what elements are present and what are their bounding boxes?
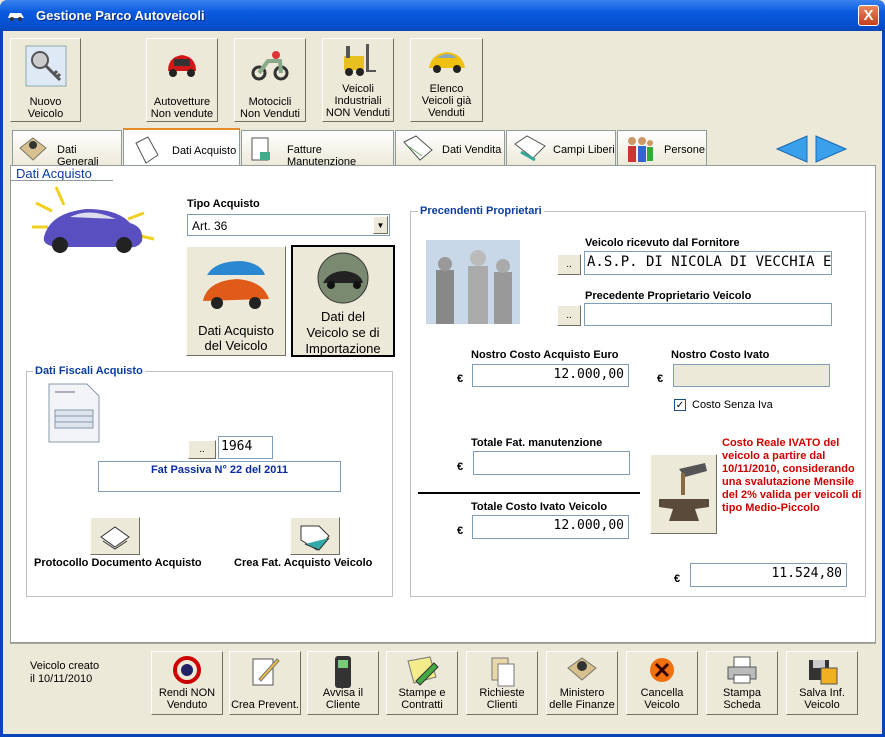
dati-acquisto-veicolo-button[interactable]: Dati Acquisto del Veicolo xyxy=(186,246,286,356)
forklift-icon xyxy=(344,44,376,76)
ricevuto-field[interactable]: A.S.P. DI NICOLA DI VECCHIA E xyxy=(584,251,832,275)
handshake-photo xyxy=(426,240,520,324)
panel-title-underline xyxy=(10,180,113,181)
folder-tab-icon xyxy=(514,135,546,162)
key-icon xyxy=(25,45,66,87)
tab-persone[interactable]: Persone xyxy=(617,130,707,166)
veicolo-creato-info: Veicolo creato il 10/11/2010 xyxy=(30,660,100,685)
precedente-label: Precedente Proprietario Veicolo xyxy=(585,290,752,302)
veicoli-industriali-button[interactable]: Veicoli Industriali NON Venduti xyxy=(322,38,394,122)
person-folder-icon xyxy=(19,137,47,161)
elenco-veicoli-venduti-button[interactable]: Elenco Veicoli già Venduti xyxy=(410,38,483,122)
tipo-acquisto-select[interactable]: Art. 36 xyxy=(187,214,390,236)
sum-separator xyxy=(418,492,640,494)
crea-preventivo-button[interactable]: Crea Prevent. xyxy=(229,651,301,715)
red-car-icon xyxy=(168,55,196,77)
fattura-lookup-button[interactable]: .. xyxy=(188,440,216,459)
car-globe-icon xyxy=(317,252,369,304)
senza-iva-checkbox[interactable]: ✓ xyxy=(674,399,686,411)
manutenzione-field xyxy=(473,451,630,475)
nuovo-veicolo-button[interactable]: Nuovo Veicolo xyxy=(10,38,81,122)
euro-symbol: € xyxy=(457,461,464,473)
dati-fiscali-legend: Dati Fiscali Acquisto xyxy=(33,365,145,377)
proprietari-legend: Precendenti Proprietari xyxy=(418,205,544,217)
precedente-field[interactable] xyxy=(584,303,832,326)
document-icon xyxy=(135,136,159,164)
totale-label: Totale Costo Ivato Veicolo xyxy=(471,501,608,513)
protocollo-label: Protocollo Documento Acquisto xyxy=(34,557,202,569)
nostro-costo-field[interactable]: 12.000,00 xyxy=(472,364,629,387)
documents-icon xyxy=(491,657,515,687)
arrow-right-icon[interactable] xyxy=(814,134,848,164)
panel-title: Dati Acquisto xyxy=(16,166,92,181)
refresh-icon xyxy=(173,656,201,684)
importazione-button[interactable]: Dati del Veicolo se di Importazione xyxy=(291,245,395,357)
costo-reale-note: Costo Reale IVATO del veicolo a partire … xyxy=(722,437,862,514)
stampa-scheda-button[interactable]: Stampa Scheda xyxy=(706,651,778,715)
delete-icon xyxy=(650,658,674,682)
autovetture-non-vendute-button[interactable]: Autovetture Non vendute xyxy=(146,38,218,122)
euro-symbol: € xyxy=(457,373,464,385)
protocollo-button[interactable] xyxy=(90,517,140,555)
stampe-contratti-button[interactable]: Stampe e Contratti xyxy=(386,651,458,715)
invoice-document-icon xyxy=(48,383,100,443)
rendi-non-venduto-button[interactable]: Rendi NON Venduto xyxy=(151,651,223,715)
motocicli-non-venduti-button[interactable]: Motocicli Non Venduti xyxy=(234,38,306,122)
car-app-icon xyxy=(8,13,24,21)
window-title: Gestione Parco Autoveicoli xyxy=(36,8,205,23)
tab-campi-liberi[interactable]: Campi Liberi xyxy=(506,130,616,166)
euro-symbol: € xyxy=(674,573,681,585)
save-disk-icon xyxy=(809,660,838,685)
manutenzione-label: Totale Fat. manutenzione xyxy=(471,437,603,449)
cancella-veicolo-button[interactable]: Cancella Veicolo xyxy=(626,651,698,715)
richieste-clienti-button[interactable]: Richieste Clienti xyxy=(466,651,538,715)
precedente-lookup-button[interactable]: .. xyxy=(557,305,581,326)
senza-iva-label: Costo Senza Iva xyxy=(692,399,773,411)
tab-fatture-manutenzione[interactable]: Fatture Manutenzione xyxy=(241,130,394,168)
nostro-costo-label: Nostro Costo Acquisto Euro xyxy=(471,349,619,361)
dropdown-arrow-icon[interactable]: ▼ xyxy=(373,216,388,234)
invoice-icon xyxy=(251,137,270,161)
pencil-notepad-icon xyxy=(407,656,439,686)
printer-icon xyxy=(727,656,757,684)
close-button[interactable]: X xyxy=(858,5,879,26)
papers-icon xyxy=(100,526,130,550)
costo-ivato-field xyxy=(673,364,830,387)
euro-symbol: € xyxy=(657,373,664,385)
euro-symbol: € xyxy=(457,525,464,537)
fattura-passiva-field: Fat Passiva N° 22 del 2011 xyxy=(98,461,341,492)
avvisa-cliente-button[interactable]: Avvisa il Cliente xyxy=(307,651,379,715)
tipo-acquisto-label: Tipo Acquisto xyxy=(187,198,260,210)
crea-fattura-label: Crea Fat. Acquisto Veicolo xyxy=(234,557,373,569)
mobile-phone-icon xyxy=(335,656,351,688)
costo-reale-field: 11.524,80 xyxy=(690,563,847,587)
ministero-finanze-button[interactable]: Ministero delle Finanze xyxy=(546,651,618,715)
ricevuto-lookup-button[interactable]: .. xyxy=(557,254,581,275)
tab-dati-generali[interactable]: Dati Generali xyxy=(12,130,122,168)
costo-ivato-label: Nostro Costo Ivato xyxy=(671,349,770,361)
numero-fattura-field[interactable]: 1964 xyxy=(218,436,273,459)
arrow-left-icon[interactable] xyxy=(775,134,809,164)
tab-dati-vendita[interactable]: Dati Vendita xyxy=(395,130,505,166)
folder-icon xyxy=(403,135,433,161)
folder-doc-icon xyxy=(300,525,330,551)
shiny-car-icon xyxy=(32,186,155,253)
yellow-car-icon xyxy=(428,52,465,73)
crea-fattura-button[interactable] xyxy=(290,517,340,555)
government-person-icon xyxy=(567,657,597,681)
tab-dati-acquisto[interactable]: Dati Acquisto xyxy=(123,128,240,166)
edit-document-icon xyxy=(252,658,280,686)
people-icon xyxy=(628,137,653,162)
anvil-hammer-icon xyxy=(658,463,709,521)
motorcycle-icon xyxy=(251,51,289,81)
calcola-svalutazione-button[interactable] xyxy=(650,454,717,534)
ricevuto-label: Veicolo ricevuto dal Fornitore xyxy=(585,237,740,249)
totale-field: 12.000,00 xyxy=(472,515,629,539)
cars-icon xyxy=(203,261,269,309)
salva-veicolo-button[interactable]: Salva Inf. Veicolo xyxy=(786,651,858,715)
